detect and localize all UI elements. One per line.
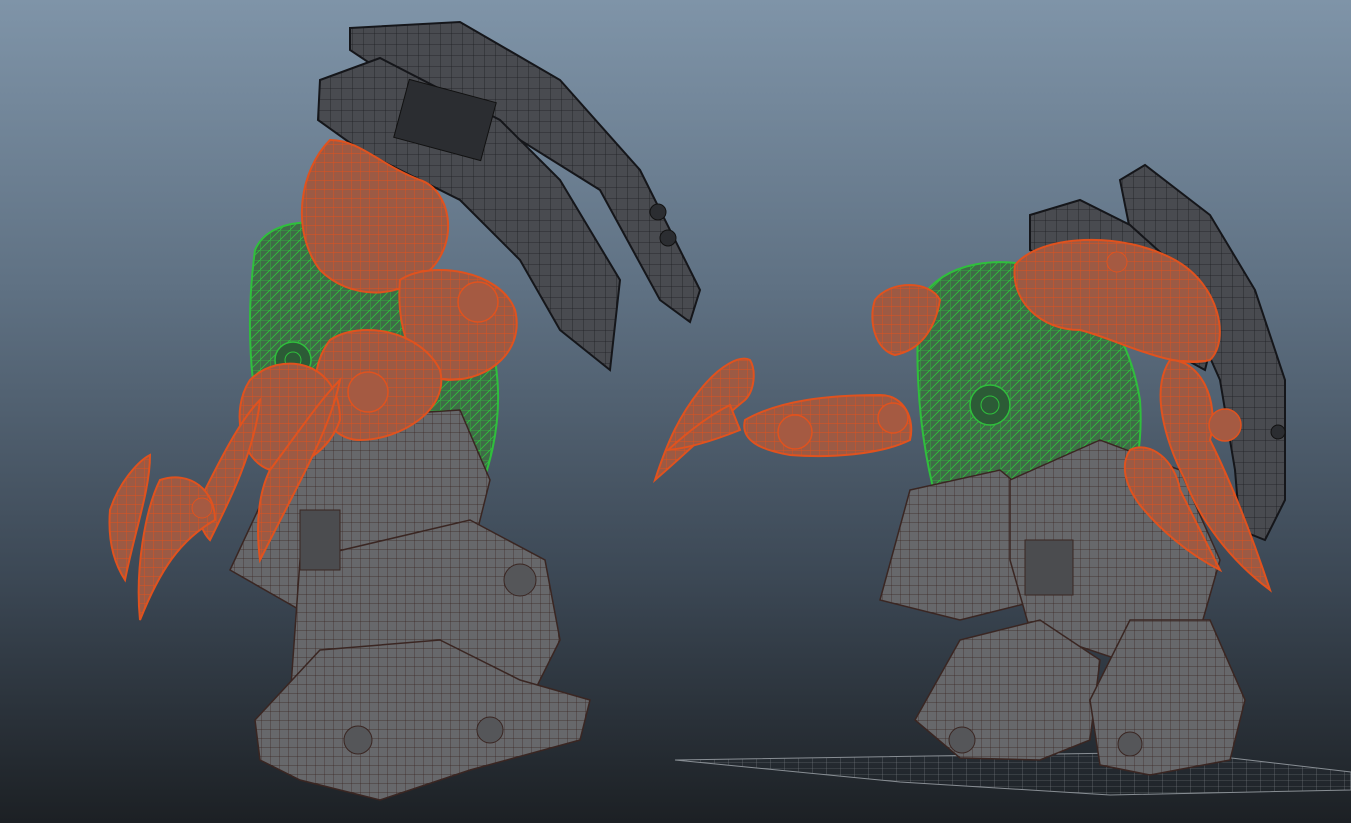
mech-right[interactable] xyxy=(652,163,1286,776)
3d-viewport[interactable] xyxy=(0,0,1351,823)
viewport-scene xyxy=(108,20,1351,801)
mech-left[interactable] xyxy=(108,20,702,801)
